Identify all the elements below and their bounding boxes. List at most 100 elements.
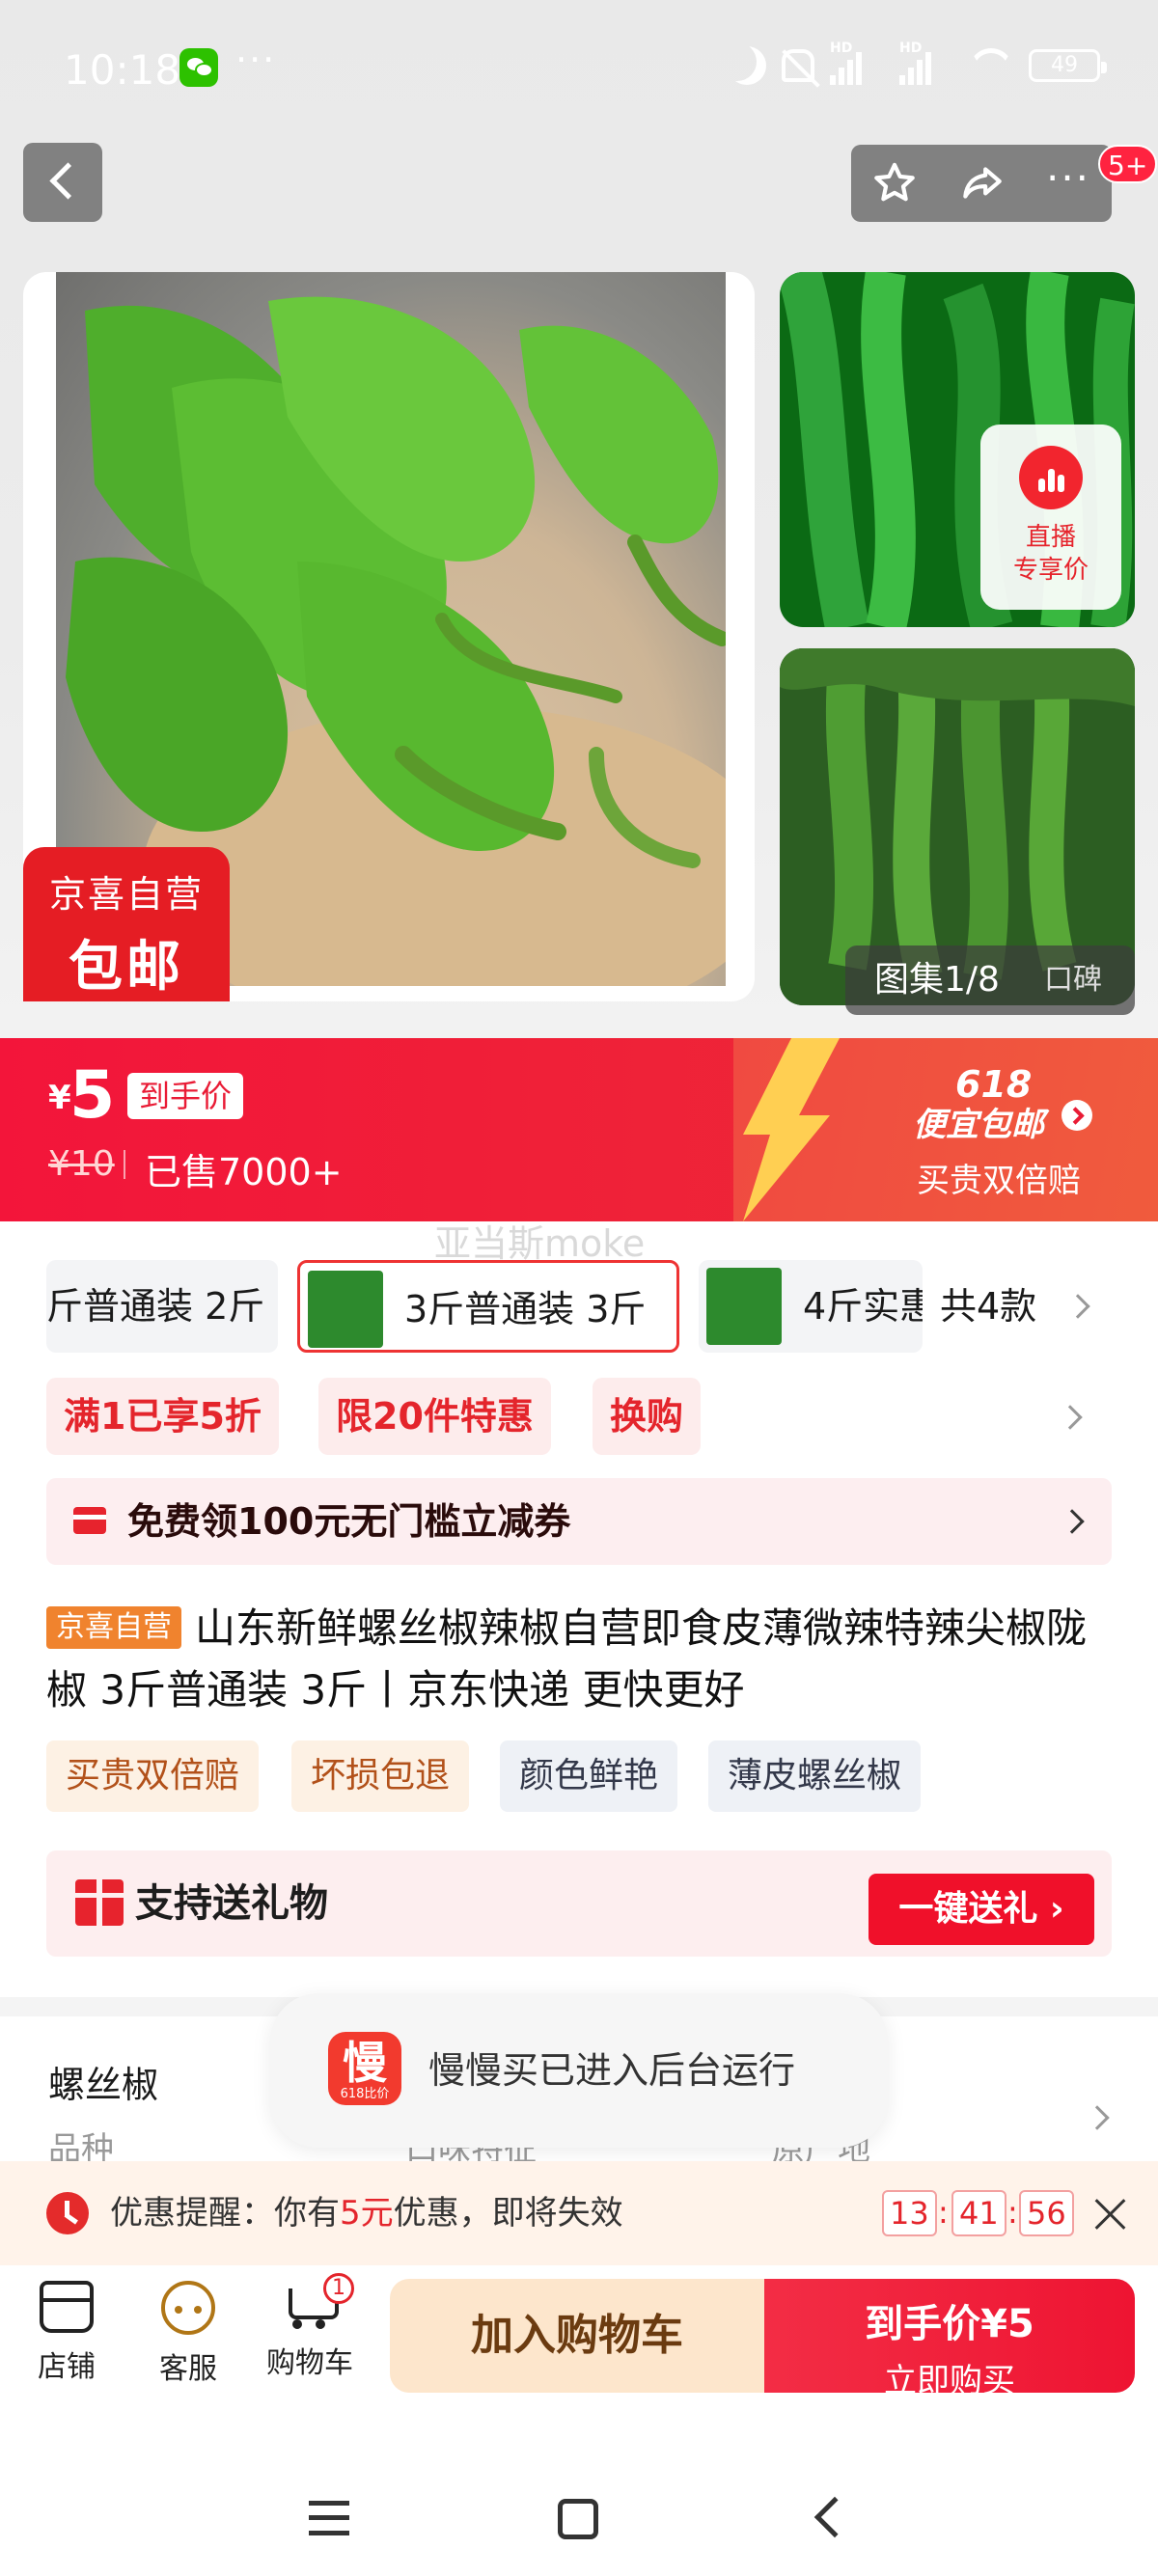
badge-line2: 包邮 bbox=[69, 936, 184, 999]
countdown-seconds: 56 bbox=[1019, 2190, 1074, 2236]
customer-service-button[interactable]: 客服 bbox=[135, 2281, 241, 2387]
cart-count-badge: 1 bbox=[323, 2273, 354, 2304]
feature-tag-damage-refund: 坏损包退 bbox=[291, 1740, 470, 1812]
sku-count[interactable]: 共4款 bbox=[940, 1260, 1036, 1353]
sku-option-2[interactable]: 3斤普通装 3斤 bbox=[297, 1260, 679, 1353]
sku-option-2-label: 3斤普通装 3斤 bbox=[404, 1288, 647, 1330]
countdown-hours: 13 bbox=[882, 2190, 937, 2236]
sku-option-3-label: 4斤实惠 bbox=[803, 1285, 923, 1328]
sku-thumbnail bbox=[308, 1271, 383, 1348]
store-label: 店铺 bbox=[38, 2350, 96, 2384]
top-action-group: ··· bbox=[851, 145, 1112, 222]
lightning-bolt-icon bbox=[743, 1038, 840, 1221]
sku-option-1[interactable]: 斤普通装 2斤 bbox=[46, 1260, 278, 1353]
reminder-suffix: 优惠，即将失效 bbox=[393, 2194, 623, 2233]
live-stream-icon bbox=[1019, 446, 1083, 509]
cart-button[interactable]: 1 购物车 bbox=[257, 2273, 363, 2381]
product-page: 10:18 ··· HD HD 49 ··· 5+ 京喜自营 包邮 直播 专享价… bbox=[0, 0, 1158, 2576]
wechat-notification-icon bbox=[179, 48, 218, 87]
price-banner: ¥ 5 到手价 ¥10 已售7000+ 618 便宜包邮 买贵双倍赔 bbox=[0, 1038, 1158, 1221]
live-label: 直播 bbox=[1025, 523, 1076, 552]
promo-618-subtitle: 便宜包邮 bbox=[913, 1106, 1044, 1144]
price-current: 5 bbox=[69, 1057, 116, 1134]
customer-service-icon bbox=[161, 2281, 215, 2335]
watermark-text: 亚当斯moke bbox=[434, 1222, 646, 1265]
chevron-right-icon[interactable] bbox=[1065, 1294, 1090, 1319]
home-icon[interactable] bbox=[558, 2499, 598, 2539]
app-icon-char: 慢 bbox=[343, 2037, 387, 2089]
sold-count-text: 已售7000+ bbox=[145, 1151, 343, 1193]
recent-apps-icon[interactable] bbox=[309, 2501, 349, 2535]
cart-icon: 1 bbox=[283, 2273, 354, 2329]
service-label: 客服 bbox=[159, 2352, 217, 2386]
jingxi-selfrun-badge: 京喜自营 包邮 bbox=[23, 847, 230, 1001]
countdown-minutes: 41 bbox=[951, 2190, 1006, 2236]
coupon-expiry-reminder[interactable]: 优惠提醒：你有5元优惠，即将失效 13 : 41 : 56 bbox=[0, 2161, 1158, 2265]
chevron-right-icon bbox=[1060, 1509, 1085, 1534]
mute-bell-icon bbox=[782, 49, 814, 82]
feature-tag-price-guarantee: 买贵双倍赔 bbox=[46, 1740, 260, 1812]
product-title-text: 山东新鲜螺丝椒辣椒自营即食皮薄微辣特辣尖椒陇椒 3斤普通装 3斤丨京东快递 更快… bbox=[46, 1604, 1088, 1713]
signal-2-icon: HD bbox=[899, 41, 953, 85]
background-run-toast: 慢 618比价 慢慢买已进入后台运行 bbox=[270, 1993, 888, 2148]
gift-text: 支持送礼物 bbox=[135, 1881, 328, 1926]
promo-tag-limited[interactable]: 限20件特惠 bbox=[318, 1378, 551, 1455]
status-bar: 10:18 ··· HD HD 49 bbox=[0, 0, 1158, 135]
buy-now-label: 立即购买 bbox=[884, 2362, 1015, 2400]
add-to-cart-button[interactable]: 加入购物车 bbox=[390, 2279, 764, 2393]
buy-now-button[interactable]: 到手价¥5 立即购买 bbox=[764, 2279, 1135, 2400]
final-price-tag: 到手价 bbox=[127, 1073, 244, 1119]
store-button[interactable]: 店铺 bbox=[14, 2281, 120, 2385]
reminder-prefix: 优惠提醒：你有 bbox=[110, 2194, 340, 2233]
status-time: 10:18 bbox=[64, 46, 181, 94]
more-options-icon[interactable]: ··· bbox=[1039, 154, 1097, 212]
sold-count: 已售7000+ bbox=[116, 1142, 343, 1195]
battery-icon: 49 bbox=[1029, 49, 1107, 82]
promo-tag-exchange[interactable]: 换购 bbox=[593, 1378, 702, 1455]
price-original: ¥10 bbox=[48, 1144, 115, 1184]
chevron-right-icon[interactable] bbox=[1062, 1100, 1092, 1131]
status-more-icon: ··· bbox=[235, 39, 277, 81]
gift-icon bbox=[75, 1879, 124, 1926]
gallery-counter-bar[interactable]: 图集1/8 口碑 bbox=[845, 945, 1135, 1015]
feature-tag-color: 颜色鲜艳 bbox=[500, 1740, 678, 1812]
promo-tag-discount[interactable]: 满1已享5折 bbox=[46, 1378, 279, 1455]
chevron-right-icon[interactable] bbox=[1085, 2105, 1110, 2130]
reminder-amount: 5元 bbox=[340, 2194, 394, 2233]
sku-selector: 斤普通装 2斤 3斤普通装 3斤 4斤实惠 共4款 bbox=[46, 1260, 1112, 1353]
spec-value-variety: 螺丝椒 bbox=[48, 2064, 159, 2106]
reminder-text: 优惠提醒：你有5元优惠，即将失效 bbox=[110, 2161, 623, 2265]
sku-option-3[interactable]: 4斤实惠 bbox=[699, 1260, 923, 1353]
signal-1-icon: HD bbox=[830, 41, 884, 85]
coupon-icon bbox=[73, 1507, 106, 1534]
selfrun-tag: 京喜自营 bbox=[46, 1605, 181, 1649]
coupon-banner[interactable]: 免费领100元无门槛立减券 bbox=[46, 1478, 1112, 1565]
status-icons: HD HD 49 bbox=[728, 41, 1107, 85]
product-title: 京喜自营 山东新鲜螺丝椒辣椒自营即食皮薄微辣特辣尖椒陇椒 3斤普通装 3斤丨京东快… bbox=[46, 1598, 1117, 1721]
wifi-icon bbox=[969, 48, 1013, 83]
countdown-sep: : bbox=[938, 2194, 949, 2231]
promo-guarantee: 买贵双倍赔 bbox=[917, 1162, 1081, 1200]
share-icon[interactable] bbox=[952, 154, 1010, 212]
back-button[interactable] bbox=[23, 143, 102, 222]
system-navigation-bar bbox=[0, 2414, 1158, 2576]
sku-option-1-label: 斤普通装 2斤 bbox=[46, 1285, 265, 1328]
close-icon[interactable] bbox=[1094, 2198, 1127, 2231]
live-sublabel: 专享价 bbox=[1012, 556, 1089, 585]
coupon-text: 免费领100元无门槛立减券 bbox=[127, 1500, 571, 1543]
badge-line1: 京喜自营 bbox=[48, 873, 204, 916]
price-currency: ¥ bbox=[48, 1079, 71, 1117]
app-icon-sub: 618比价 bbox=[340, 2087, 390, 2101]
favorite-star-icon[interactable] bbox=[866, 154, 924, 212]
do-not-disturb-icon bbox=[728, 46, 766, 85]
clock-icon bbox=[46, 2192, 89, 2234]
buy-price-label: 到手价¥5 bbox=[865, 2302, 1034, 2346]
chevron-right-icon[interactable] bbox=[1058, 1405, 1083, 1430]
send-gift-button[interactable]: 一键送礼 › bbox=[868, 1874, 1094, 1945]
gallery-counter: 图集1/8 bbox=[874, 960, 1000, 1000]
store-icon bbox=[40, 2281, 94, 2333]
countdown-sep: : bbox=[1007, 2194, 1018, 2231]
gift-banner: 支持送礼物 一键送礼 › bbox=[46, 1850, 1112, 1957]
live-price-button[interactable]: 直播 专享价 bbox=[980, 425, 1121, 610]
gallery-review-tab[interactable]: 口碑 bbox=[1044, 945, 1102, 1015]
